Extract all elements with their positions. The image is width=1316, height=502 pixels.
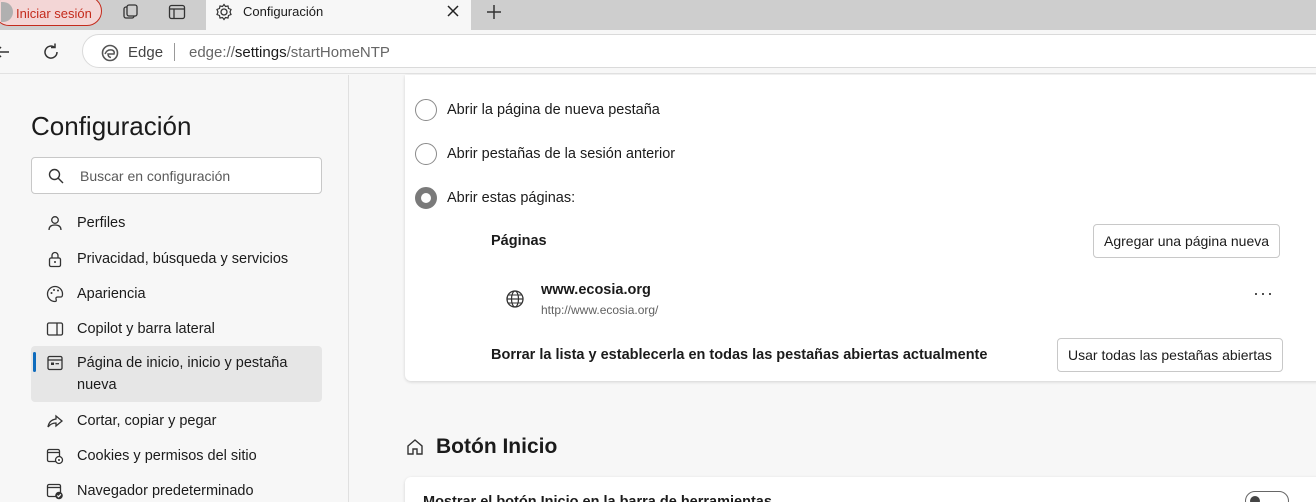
sidebar-item-label: Cortar, copiar y pegar bbox=[77, 413, 217, 429]
new-tab-button[interactable] bbox=[481, 0, 507, 24]
sidebar-item-cookies[interactable]: Cookies y permisos del sitio bbox=[31, 445, 322, 467]
radio-button[interactable] bbox=[415, 143, 437, 165]
home-button-setting-label: Mostrar el botón Inicio en la barra de h… bbox=[423, 494, 772, 502]
sidebar-item-label: Perfiles bbox=[77, 215, 126, 231]
sidebar-item-cortar-copiar[interactable]: Cortar, copiar y pegar bbox=[31, 410, 322, 432]
settings-main: Abrir la página de nueva pestaña Abrir p… bbox=[350, 75, 1316, 502]
default-browser-icon bbox=[46, 482, 64, 500]
sidebar-item-label: Cookies y permisos del sitio bbox=[77, 448, 257, 464]
gear-icon bbox=[214, 2, 234, 27]
sign-in-button[interactable]: Iniciar sesión bbox=[0, 0, 102, 26]
radio-label: Abrir pestañas de la sesión anterior bbox=[447, 146, 676, 162]
radio-these-pages[interactable]: Abrir estas páginas: bbox=[415, 187, 575, 209]
address-separator bbox=[174, 43, 175, 61]
back-arrow-icon bbox=[0, 46, 9, 58]
page-entry-name: www.ecosia.org bbox=[541, 282, 651, 298]
workspaces-icon[interactable] bbox=[116, 0, 146, 24]
url-suffix: /startHomeNTP bbox=[286, 44, 390, 61]
sidebar-item-privacidad[interactable]: Privacidad, búsqueda y servicios bbox=[31, 248, 322, 270]
home-button-card: Mostrar el botón Inicio en la barra de h… bbox=[405, 477, 1316, 502]
address-bar[interactable]: Edge edge://settings/startHomeNTP bbox=[82, 34, 1316, 68]
home-icon bbox=[405, 437, 425, 462]
sidebar-item-label: Apariencia bbox=[77, 286, 146, 302]
globe-icon bbox=[505, 289, 525, 314]
sidebar-item-navegador[interactable]: Navegador predeterminado bbox=[31, 480, 322, 502]
tab-settings[interactable]: Configuración bbox=[206, 0, 471, 30]
site-label: Edge bbox=[128, 44, 164, 61]
section-title: Botón Inicio bbox=[436, 435, 558, 458]
search-icon bbox=[47, 167, 65, 190]
radio-new-tab[interactable]: Abrir la página de nueva pestaña bbox=[415, 99, 660, 121]
edge-logo-icon bbox=[101, 44, 119, 67]
radio-previous-session[interactable]: Abrir pestañas de la sesión anterior bbox=[415, 143, 675, 165]
sidebar-item-pagina-inicio[interactable]: Página de inicio, inicio y pestaña nueva bbox=[31, 346, 322, 402]
settings-sidebar: Configuración Perfiles Privacidad, búsqu… bbox=[0, 75, 349, 502]
startup-card: Abrir la página de nueva pestaña Abrir p… bbox=[405, 75, 1316, 381]
use-all-tabs-button[interactable]: Usar todas las pestañas abiertas bbox=[1057, 338, 1283, 372]
page-entry-url: http://www.ecosia.org/ bbox=[541, 303, 659, 317]
search-box[interactable] bbox=[31, 157, 322, 194]
palette-icon bbox=[46, 285, 64, 303]
refresh-icon bbox=[44, 43, 58, 59]
avatar bbox=[1, 2, 13, 22]
sidebar-item-label: Copilot y barra lateral bbox=[77, 321, 215, 337]
more-options-button[interactable]: ··· bbox=[1253, 283, 1274, 304]
lock-icon bbox=[46, 250, 64, 268]
sidebar-item-apariencia[interactable]: Apariencia bbox=[31, 283, 322, 305]
radio-button[interactable] bbox=[415, 99, 437, 121]
home-button-toggle[interactable] bbox=[1245, 491, 1289, 502]
tab-strip: Iniciar sesión Configuración bbox=[0, 0, 1316, 30]
sidebar-icon bbox=[46, 320, 64, 338]
sidebar-item-label: Navegador predeterminado bbox=[77, 483, 254, 499]
sidebar-item-label: Privacidad, búsqueda y servicios bbox=[77, 251, 289, 267]
add-page-button[interactable]: Agregar una página nueva bbox=[1093, 224, 1281, 258]
clear-list-label: Borrar la lista y establecerla en todas … bbox=[491, 347, 988, 363]
plus-icon bbox=[487, 5, 501, 19]
page-title: Configuración bbox=[31, 111, 192, 141]
sidebar-item-perfiles[interactable]: Perfiles bbox=[31, 212, 322, 234]
profile-icon bbox=[46, 214, 64, 232]
refresh-button[interactable] bbox=[37, 38, 65, 66]
home-page-icon bbox=[46, 354, 64, 372]
back-button[interactable] bbox=[0, 38, 16, 66]
active-indicator bbox=[33, 352, 36, 372]
radio-label: Abrir estas páginas: bbox=[447, 190, 576, 206]
search-input[interactable] bbox=[80, 166, 310, 186]
url-prefix: edge:// bbox=[189, 44, 235, 61]
url-text: edge://settings/startHomeNTP bbox=[189, 44, 390, 61]
pages-heading: Páginas bbox=[491, 233, 547, 249]
toolbar: Edge edge://settings/startHomeNTP bbox=[0, 30, 1316, 74]
tab-title: Configuración bbox=[243, 4, 324, 19]
close-icon[interactable] bbox=[444, 2, 462, 25]
tab-actions-icon[interactable] bbox=[162, 0, 192, 24]
radio-label: Abrir la página de nueva pestaña bbox=[447, 102, 660, 118]
url-bold: settings bbox=[234, 44, 287, 61]
cookies-icon bbox=[46, 447, 64, 465]
radio-button-checked[interactable] bbox=[415, 187, 437, 209]
sign-in-label: Iniciar sesión bbox=[16, 6, 92, 21]
sidebar-item-copilot[interactable]: Copilot y barra lateral bbox=[31, 318, 322, 340]
sidebar-item-label: Página de inicio, inicio y pestaña nueva bbox=[77, 355, 288, 393]
share-icon bbox=[46, 412, 64, 430]
